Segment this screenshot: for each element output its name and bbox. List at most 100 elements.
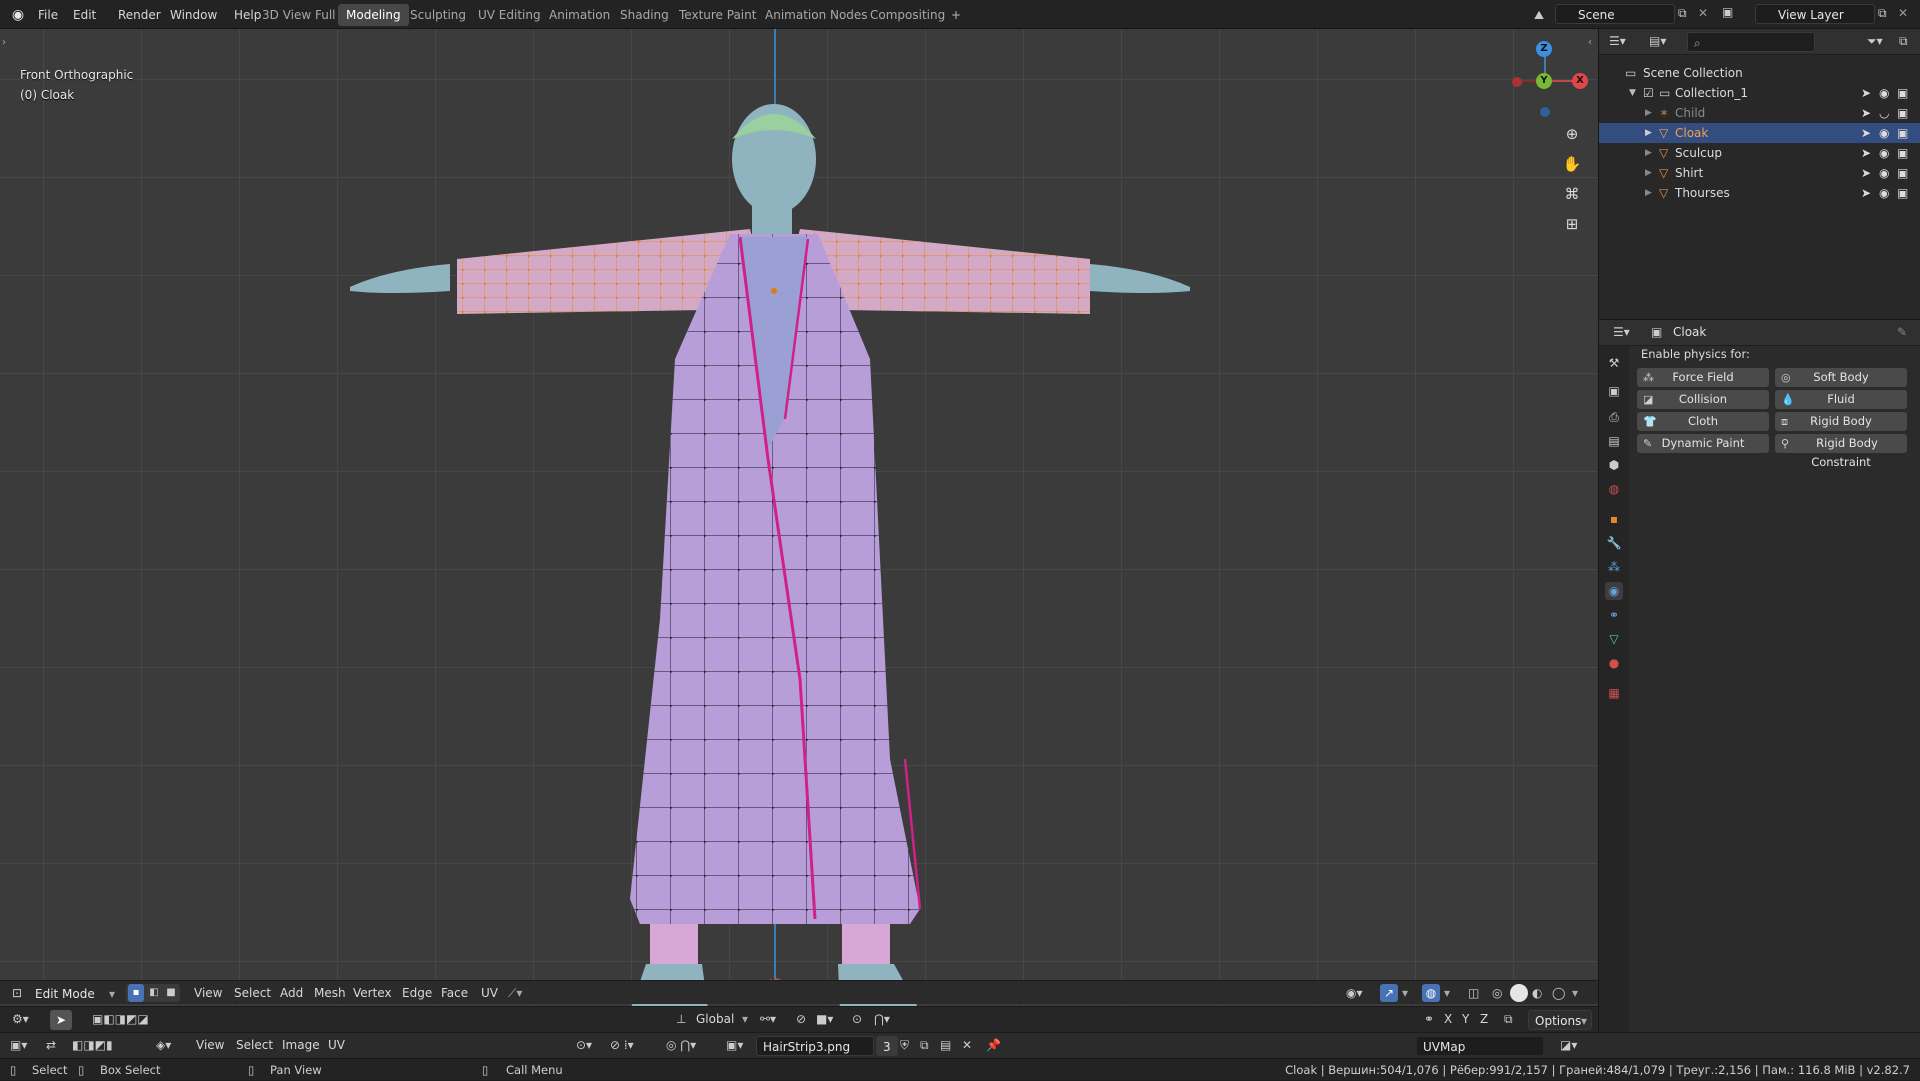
- display-channels-icon[interactable]: ◪▾: [1560, 1033, 1577, 1057]
- unlink-image-icon[interactable]: ✕: [962, 1033, 972, 1057]
- transform-pivot-icon[interactable]: ⟋▾: [508, 981, 522, 1005]
- uv-pivot-icon[interactable]: ⊙▾: [576, 1033, 592, 1057]
- tab-animation[interactable]: Animation: [541, 4, 618, 26]
- expand-arrow-icon[interactable]: ▶: [1645, 123, 1652, 143]
- physics-tab-icon[interactable]: ◉: [1605, 582, 1623, 600]
- ortho-grid-icon[interactable]: ⊞: [1559, 211, 1585, 237]
- constraints-tab-icon[interactable]: ⚭: [1605, 606, 1623, 624]
- menu-add[interactable]: Add: [280, 981, 303, 1005]
- tab-modeling[interactable]: Modeling: [338, 4, 409, 26]
- visibility-eye-icon[interactable]: ◉: [1879, 83, 1889, 103]
- gizmo-toggle-icon[interactable]: ↗: [1380, 984, 1398, 1002]
- pan-hand-icon[interactable]: ✋: [1559, 151, 1585, 177]
- soft-body-button[interactable]: ◎ Soft Body: [1775, 368, 1907, 387]
- tab-compositing[interactable]: Compositing: [862, 4, 953, 26]
- expand-arrow-icon[interactable]: ▶: [1645, 103, 1652, 123]
- vertex-select-icon[interactable]: ▪: [128, 984, 144, 1002]
- scene-type-icon[interactable]: ⛰: [1527, 5, 1551, 25]
- view-layer-selector[interactable]: View Layer: [1755, 4, 1875, 24]
- view-layer-tab-icon[interactable]: ▤: [1605, 432, 1623, 450]
- outliner-item-thourses[interactable]: ▶ ▽ Thourses ➤ ◉ ▣: [1599, 183, 1920, 203]
- shading-dropdown-icon[interactable]: ▾: [1572, 981, 1578, 1005]
- navigation-gizmo[interactable]: Z Y X: [1500, 35, 1590, 125]
- delete-scene-icon[interactable]: ✕: [1698, 6, 1708, 20]
- collision-button[interactable]: ◪ Collision: [1637, 390, 1769, 409]
- mirror-icon[interactable]: ⚭: [1424, 1007, 1434, 1031]
- editor-type-icon[interactable]: ☰▾: [1609, 34, 1626, 48]
- visibility-eye-icon[interactable]: ◉: [1879, 163, 1889, 183]
- tab-3d-view-full[interactable]: 3D View Full: [254, 4, 344, 26]
- render-camera-icon[interactable]: ▣: [1897, 163, 1908, 183]
- tab-sculpting[interactable]: Sculpting: [402, 4, 474, 26]
- select-toggle-icon[interactable]: ➤: [1861, 163, 1871, 183]
- uv-sync-icon[interactable]: ⇄: [46, 1033, 56, 1057]
- modifier-tab-icon[interactable]: 🔧: [1605, 534, 1623, 552]
- material-shading-icon[interactable]: ◐: [1532, 981, 1542, 1005]
- menu-view[interactable]: View: [194, 981, 222, 1005]
- select-toggle-icon[interactable]: ➤: [1861, 143, 1871, 163]
- object-tab-icon[interactable]: ▪: [1605, 510, 1623, 528]
- menu-edge[interactable]: Edge: [402, 981, 432, 1005]
- tab-texture-paint[interactable]: Texture Paint: [671, 4, 764, 26]
- orientation-dropdown-icon[interactable]: ▾: [742, 1007, 748, 1031]
- mirror-x[interactable]: X: [1444, 1007, 1452, 1031]
- rendered-shading-icon[interactable]: ◯: [1552, 981, 1565, 1005]
- expand-arrow-icon[interactable]: ▶: [1645, 183, 1652, 203]
- display-mode-icon[interactable]: ▤▾: [1649, 34, 1666, 48]
- rigid-body-constraint-button[interactable]: ⚲ Rigid Body Constraint: [1775, 434, 1907, 469]
- selection-mode-icons[interactable]: ▣◧◨◩◪: [92, 1007, 149, 1031]
- cloth-button[interactable]: 👕 Cloth: [1637, 412, 1769, 431]
- outliner-item-sculcup[interactable]: ▶ ▽ Sculcup ➤ ◉ ▣: [1599, 143, 1920, 163]
- uvmap-field[interactable]: UVMap: [1416, 1036, 1544, 1056]
- render-tab-icon[interactable]: ▣: [1605, 382, 1623, 400]
- editor-type-icon[interactable]: ▣▾: [10, 1033, 27, 1057]
- menu-select[interactable]: Select: [234, 981, 271, 1005]
- visibility-eye-icon[interactable]: ◉: [1879, 183, 1889, 203]
- material-tab-icon[interactable]: ●: [1605, 654, 1623, 672]
- delete-view-layer-icon[interactable]: ✕: [1898, 6, 1908, 20]
- image-browse-icon[interactable]: ▣▾: [726, 1033, 743, 1057]
- fluid-button[interactable]: 💧 Fluid: [1775, 390, 1907, 409]
- wireframe-shading-icon[interactable]: ◎: [1492, 981, 1502, 1005]
- new-scene-icon[interactable]: ⧉: [1678, 6, 1687, 21]
- new-collection-icon[interactable]: ⧉: [1899, 34, 1908, 49]
- rigid-body-button[interactable]: ⧈ Rigid Body: [1775, 412, 1907, 431]
- open-image-icon[interactable]: ▤: [940, 1033, 951, 1057]
- data-tab-icon[interactable]: ▽: [1605, 630, 1623, 648]
- outliner-scene-collection[interactable]: ▭ Scene Collection: [1599, 63, 1920, 83]
- select-toggle-icon[interactable]: ➤: [1861, 183, 1871, 203]
- render-camera-icon[interactable]: ▣: [1897, 183, 1908, 203]
- editor-type-icon[interactable]: ☰▾: [1613, 325, 1630, 339]
- tab-animation-nodes[interactable]: Animation Nodes: [757, 4, 876, 26]
- character-mesh[interactable]: [330, 59, 1210, 1019]
- select-toggle-icon[interactable]: ➤: [1861, 103, 1871, 123]
- blender-logo-icon[interactable]: ◉: [8, 5, 28, 25]
- menu-face[interactable]: Face: [441, 981, 468, 1005]
- options-dropdown[interactable]: Options ▾: [1528, 1010, 1592, 1030]
- scene-tab-icon[interactable]: ⬢: [1605, 456, 1623, 474]
- menu-vertex[interactable]: Vertex: [353, 981, 392, 1005]
- face-select-icon[interactable]: ■: [163, 984, 179, 1002]
- uv-menu-image[interactable]: Image: [282, 1033, 320, 1057]
- select-mode-group[interactable]: ▪ ◧ ■: [126, 984, 180, 1002]
- orientation-icon[interactable]: ⊥: [676, 1007, 686, 1031]
- select-toggle-icon[interactable]: ➤: [1861, 83, 1871, 103]
- force-field-button[interactable]: ⁂ Force Field: [1637, 368, 1769, 387]
- menu-file[interactable]: File: [32, 5, 64, 25]
- outliner-search-input[interactable]: ⌕: [1687, 32, 1815, 52]
- outliner-item-shirt[interactable]: ▶ ▽ Shirt ➤ ◉ ▣: [1599, 163, 1920, 183]
- image-name-field[interactable]: HairStrip3.png: [756, 1036, 874, 1056]
- tool-settings-icon[interactable]: ⚙▾: [12, 1007, 29, 1031]
- edge-select-icon[interactable]: ◧: [146, 984, 162, 1002]
- add-workspace-button[interactable]: +: [943, 4, 969, 26]
- menu-edit[interactable]: Edit: [67, 5, 102, 25]
- visibility-gizmo-icon[interactable]: ◉▾: [1346, 981, 1363, 1005]
- render-camera-icon[interactable]: ▣: [1897, 123, 1908, 143]
- overlays-toggle-icon[interactable]: ◍: [1422, 984, 1440, 1002]
- orientation-value[interactable]: Global: [696, 1007, 734, 1031]
- visibility-eye-icon[interactable]: ◡: [1879, 103, 1889, 123]
- dynamic-paint-button[interactable]: ✎ Dynamic Paint: [1637, 434, 1769, 453]
- visibility-eye-icon[interactable]: ◉: [1879, 123, 1889, 143]
- mode-selector[interactable]: Edit Mode ▾: [28, 983, 120, 1003]
- view-layer-icon[interactable]: ▣: [1722, 5, 1733, 19]
